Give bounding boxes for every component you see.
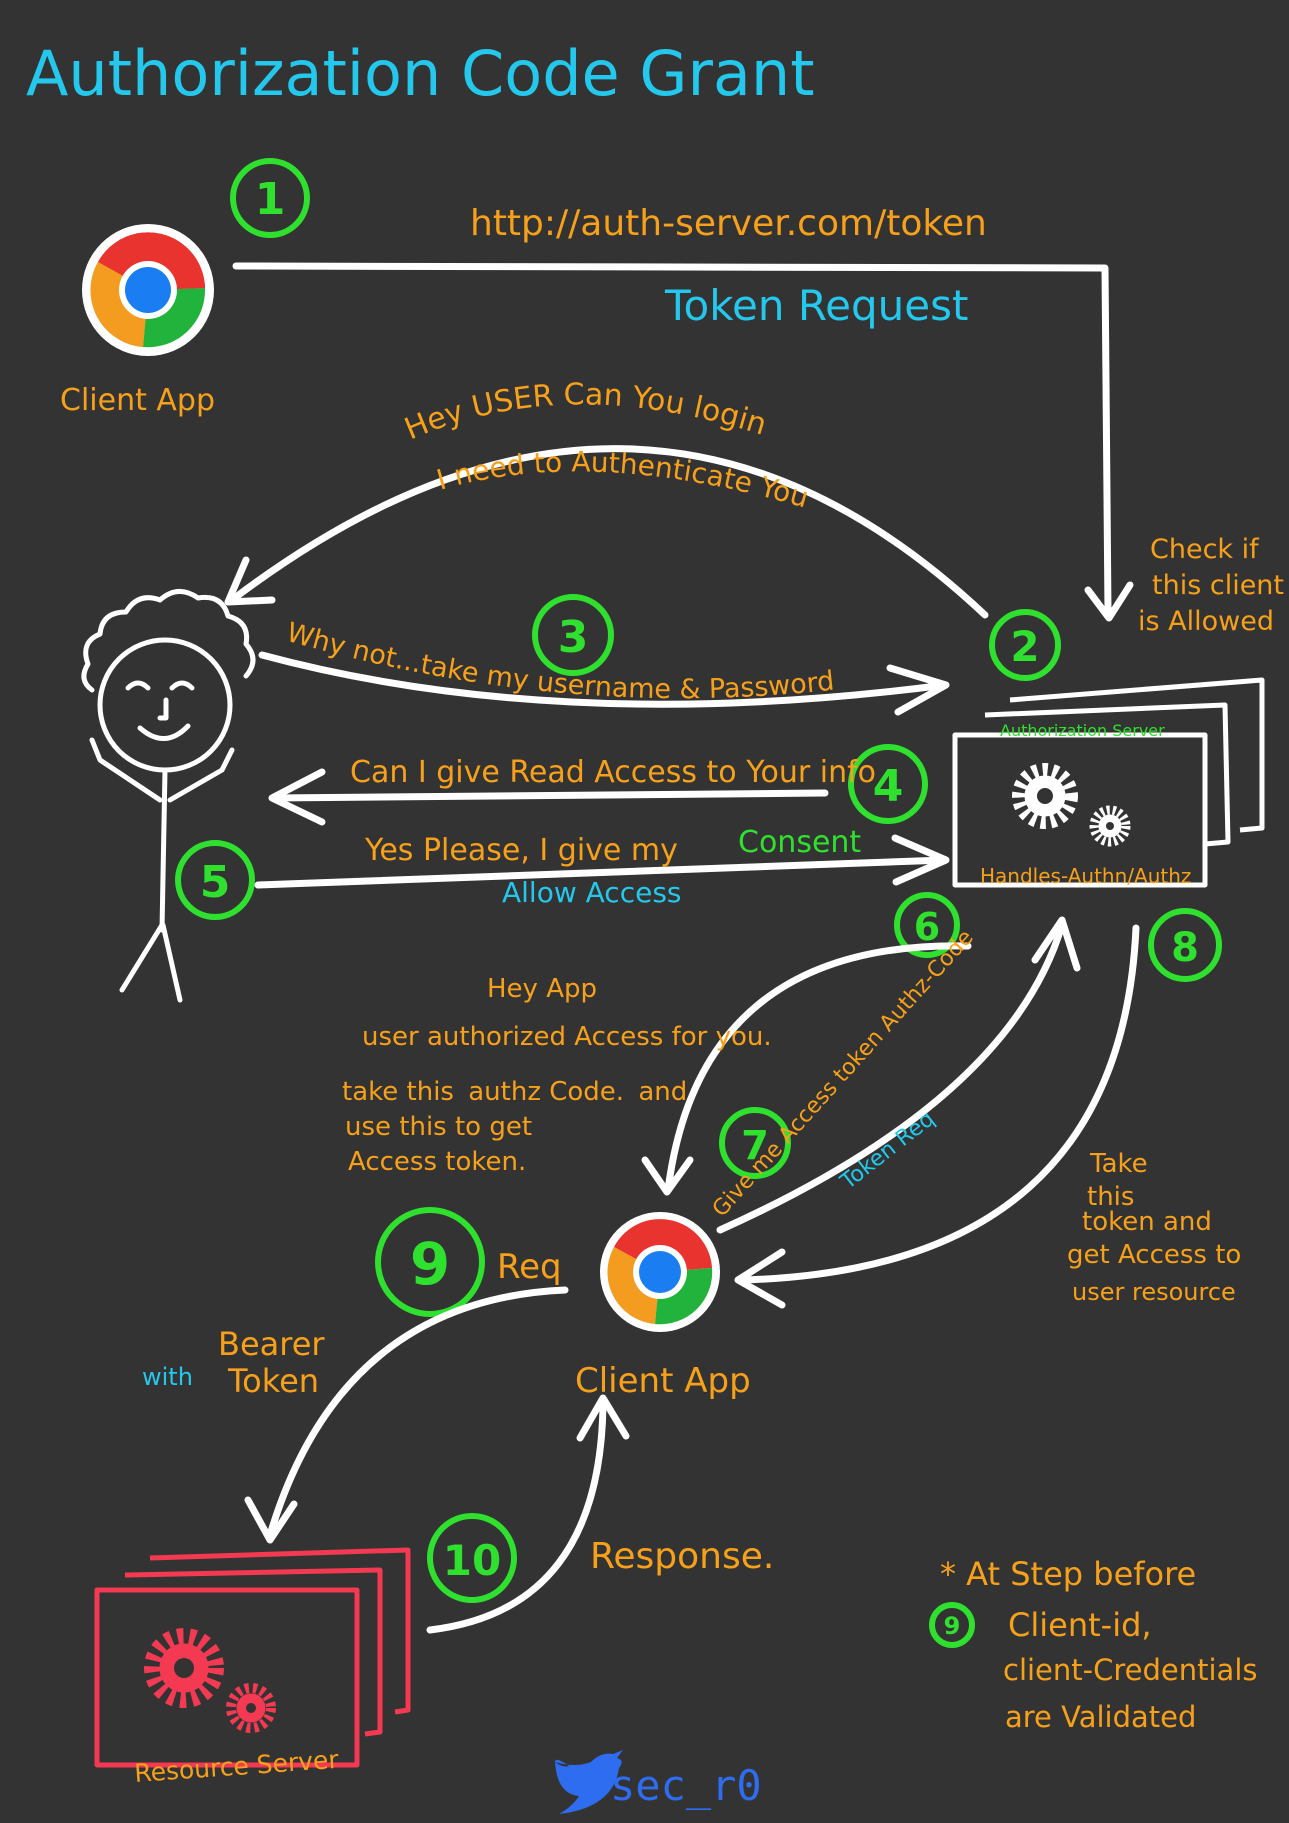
- step-6-number: 6: [914, 905, 940, 949]
- note-step-number: 9: [944, 1612, 961, 1640]
- step-4-number: 4: [873, 761, 904, 812]
- token-request-label: Token Request: [664, 281, 968, 330]
- check-client-line-1: Check if: [1150, 534, 1260, 565]
- step-10-number: 10: [443, 1536, 501, 1585]
- authorization-server: [952, 677, 1265, 888]
- hey-user-text-2: I need to Authenticate You: [433, 445, 812, 514]
- client-app-label-top: Client App: [60, 383, 215, 418]
- take-code-line-2: use this to get: [345, 1112, 532, 1142]
- step-10-badge: 10: [427, 1513, 517, 1603]
- response-text: Response.: [590, 1536, 774, 1577]
- read-access-text: Can I give Read Access to Your info: [350, 755, 876, 790]
- note-step-9-badge: 9: [929, 1602, 975, 1648]
- resource-request-arrowhead: [244, 1496, 298, 1544]
- step-1-badge: 1: [230, 158, 310, 238]
- hey-app-line-1: Hey App: [487, 974, 597, 1004]
- step-8-number: 8: [1171, 925, 1199, 971]
- step-5-badge: 5: [175, 840, 255, 920]
- yes-please-text: Yes Please, I give my: [364, 833, 678, 868]
- check-client-line-3: is Allowed: [1138, 606, 1274, 637]
- step-1-number: 1: [255, 174, 286, 225]
- step-8-badge: 8: [1148, 908, 1222, 982]
- authorization-code-grant-diagram: Authorization Code Grant Client App 1 ht…: [26, 37, 1284, 1814]
- chrome-icon: [82, 224, 214, 356]
- allow-access-text: Allow Access: [502, 876, 682, 909]
- gear-icon-red: [144, 1628, 276, 1733]
- with-text: with: [142, 1363, 193, 1391]
- step-9-number: 9: [410, 1230, 450, 1298]
- req-text: Req: [497, 1247, 562, 1287]
- step-2-number: 2: [1010, 622, 1039, 671]
- page-title: Authorization Code Grant: [26, 37, 815, 110]
- step-3-badge: 3: [532, 594, 614, 676]
- step-2-badge: 2: [989, 609, 1061, 681]
- note-line-2: Client-id,: [1008, 1606, 1152, 1644]
- gear-icon: [1012, 763, 1131, 847]
- token-req-arrow: [716, 921, 1066, 1234]
- note-line-3: client-Credentials: [1003, 1653, 1258, 1687]
- authorization-server-label: Authorization Server: [1000, 721, 1165, 740]
- resource-server-label: Resource Server: [133, 1745, 340, 1788]
- step-3-number: 3: [558, 612, 589, 663]
- consent-request-arrow: [271, 789, 829, 802]
- user-stick-figure: [81, 589, 256, 1003]
- hey-app-line-2: user authorized Access for you.: [362, 1022, 772, 1052]
- resource-server: [94, 1547, 411, 1768]
- consent-text: Consent: [738, 825, 861, 860]
- check-client-line-2: this client: [1152, 570, 1284, 601]
- diagram-stage: Authorization Code Grant Client App 1 ht…: [0, 0, 1289, 1823]
- note-line-4: are Validated: [1005, 1700, 1196, 1734]
- token-req-text: Token Req: [836, 1106, 940, 1195]
- bearer-token-line-1: Bearer: [218, 1325, 325, 1363]
- take-token-line-1: Take: [1089, 1149, 1148, 1179]
- step-5-number: 5: [200, 857, 231, 908]
- take-code-line-3: Access token.: [348, 1147, 526, 1177]
- note-line-1: * At Step before: [940, 1555, 1196, 1593]
- step-9-badge: 9: [375, 1207, 485, 1317]
- author-handle: sec_r0: [610, 1761, 762, 1810]
- bearer-token-line-2: Token: [227, 1362, 319, 1400]
- take-code-line-1: take this authz Code. and: [342, 1077, 687, 1107]
- take-token-line-4: get Access to: [1067, 1240, 1241, 1270]
- handles-authn-authz-label: Handles-Authn/Authz: [980, 864, 1191, 888]
- take-token-line-3: token and: [1082, 1207, 1212, 1237]
- token-endpoint-url: http://auth-server.com/token: [470, 203, 987, 244]
- hey-user-text-1: Hey USER Can You login: [400, 377, 771, 447]
- take-token-line-5: user resource: [1072, 1278, 1236, 1306]
- chrome-icon-bottom: [600, 1212, 720, 1332]
